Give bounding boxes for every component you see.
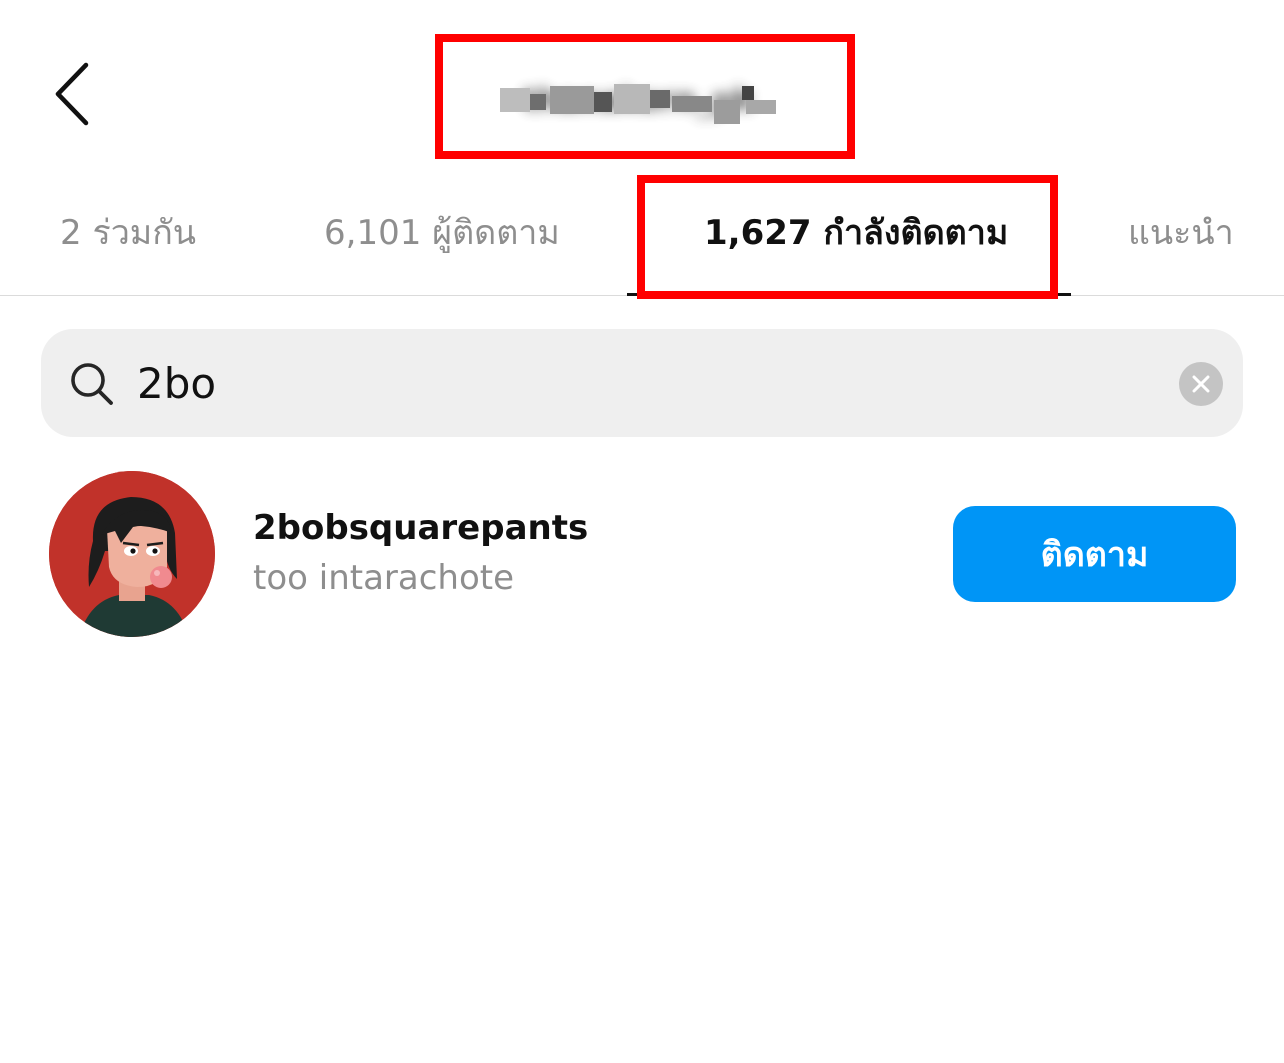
tab-following-label: 1,627 กำลังติดตาม bbox=[704, 213, 1009, 253]
chevron-left-icon bbox=[55, 62, 89, 126]
search-icon bbox=[71, 363, 113, 405]
follow-button[interactable]: ติดตาม bbox=[953, 506, 1236, 602]
tab-suggested[interactable]: แนะนำ bbox=[1128, 200, 1234, 264]
tab-mutual-label: 2 ร่วมกัน bbox=[60, 213, 197, 253]
tab-followers[interactable]: 6,101 ผู้ติดตาม bbox=[324, 200, 560, 264]
page-title: thanakorn_pk bbox=[494, 76, 782, 124]
search-bar bbox=[41, 329, 1243, 437]
username[interactable]: 2bobsquarepants bbox=[253, 508, 588, 548]
clear-icon bbox=[1192, 375, 1210, 393]
avatar[interactable] bbox=[49, 471, 215, 637]
clear-search-button[interactable] bbox=[1179, 362, 1223, 406]
tab-followers-label: 6,101 ผู้ติดตาม bbox=[324, 213, 560, 253]
avatar-illustration bbox=[49, 471, 215, 637]
following-screen: thanakorn_pk 2 ร่วมกัน 6,101 ผู้ติดตาม 1… bbox=[0, 0, 1284, 1063]
back-button[interactable] bbox=[40, 52, 104, 136]
search-input[interactable] bbox=[137, 353, 1137, 413]
pixelation-overlay bbox=[494, 76, 782, 124]
active-tab-indicator bbox=[627, 293, 1071, 296]
tab-mutual[interactable]: 2 ร่วมกัน bbox=[60, 200, 196, 264]
tab-following[interactable]: 1,627 กำลังติดตาม bbox=[704, 200, 1008, 264]
full-name: too intarachote bbox=[253, 558, 515, 598]
list-item[interactable]: 2bobsquarepants too intarachote ติดตาม bbox=[0, 470, 1284, 640]
tab-suggested-label: แนะนำ bbox=[1128, 213, 1234, 253]
